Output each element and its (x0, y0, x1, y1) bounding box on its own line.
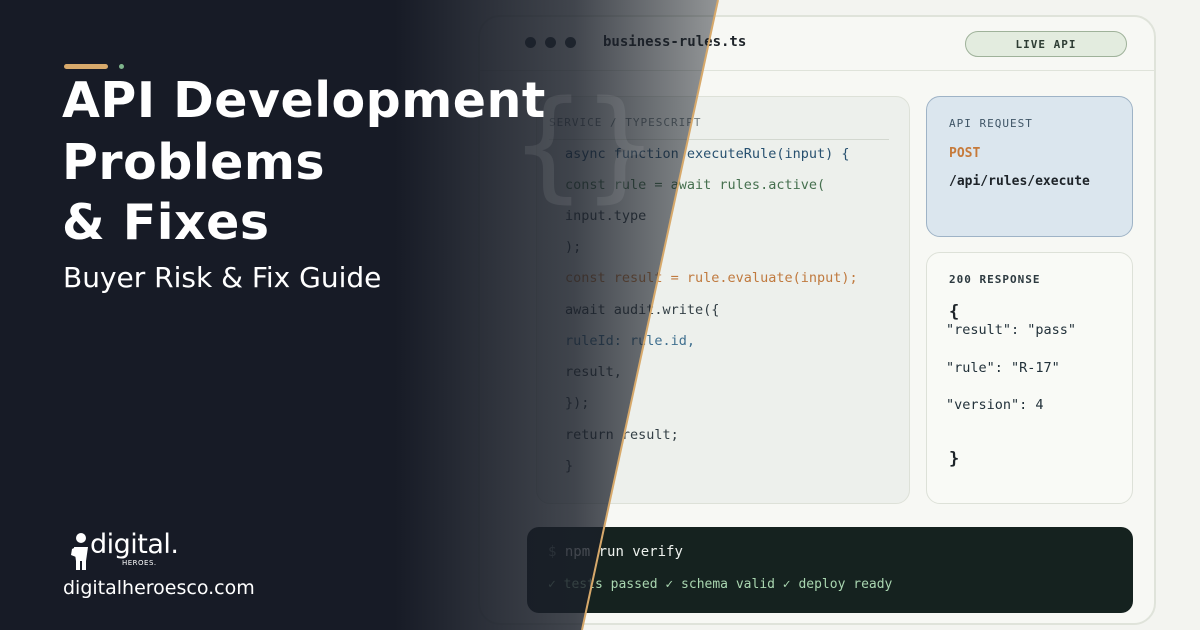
response-close-brace: } (949, 449, 960, 469)
code-line: const rule = await rules.active( (565, 177, 826, 193)
code-card-header: SERVICE / TYPESCRIPT (549, 116, 702, 129)
endpoint-path: /api/rules/execute (949, 174, 1090, 189)
code-line: return result; (565, 427, 679, 443)
window-dot-maximize-icon[interactable] (565, 37, 576, 48)
code-line: async function executeRule(input) { (565, 146, 850, 162)
response-line: "result": "pass" (946, 322, 1077, 338)
accent-bar (64, 64, 108, 69)
file-name: business-rules.ts (603, 34, 747, 50)
terminal-prompt: $ (548, 544, 557, 560)
api-response-label: 200 RESPONSE (949, 273, 1041, 286)
code-line: ruleId: rule.id, (565, 333, 696, 349)
subtitle: Buyer Risk & Fix Guide (63, 261, 382, 294)
code-line: input.type (565, 208, 647, 224)
window-dot-minimize-icon[interactable] (545, 37, 556, 48)
terminal-command-text: npm run verify (564, 544, 683, 560)
headline-line-3: & Fixes (62, 194, 270, 251)
code-card-divider (549, 139, 889, 140)
code-line: ); (565, 239, 582, 255)
logo-wordmark: digital. (90, 529, 179, 560)
code-line: await audit.write({ (565, 302, 720, 318)
response-line: "version": 4 (946, 397, 1044, 413)
live-api-badge[interactable]: LIVE API (965, 31, 1127, 57)
window-dot-close-icon[interactable] (525, 37, 536, 48)
code-line: const result = rule.evaluate(input); (565, 270, 858, 286)
response-open-brace: { (949, 302, 960, 322)
headline-line-2: Problems (62, 134, 326, 191)
api-request-label: API REQUEST (949, 117, 1033, 130)
terminal-command: $ npm run verify (548, 544, 683, 560)
code-line: }); (565, 395, 590, 411)
code-line: } (565, 458, 574, 474)
terminal-panel (527, 527, 1133, 613)
titlebar-divider (478, 70, 1156, 71)
terminal-output: ✓ tests passed ✓ schema valid ✓ deploy r… (548, 577, 893, 592)
website-link[interactable]: digitalheroesco.com (63, 577, 255, 599)
headline-line-1: API Development (62, 72, 546, 129)
logo-subtext: HEROES. (122, 559, 157, 567)
code-line: result, (565, 364, 622, 380)
hero-figure-icon (71, 533, 88, 570)
accent-dot (119, 64, 124, 69)
http-method: POST (949, 146, 981, 161)
response-line: "rule": "R-17" (946, 360, 1060, 376)
